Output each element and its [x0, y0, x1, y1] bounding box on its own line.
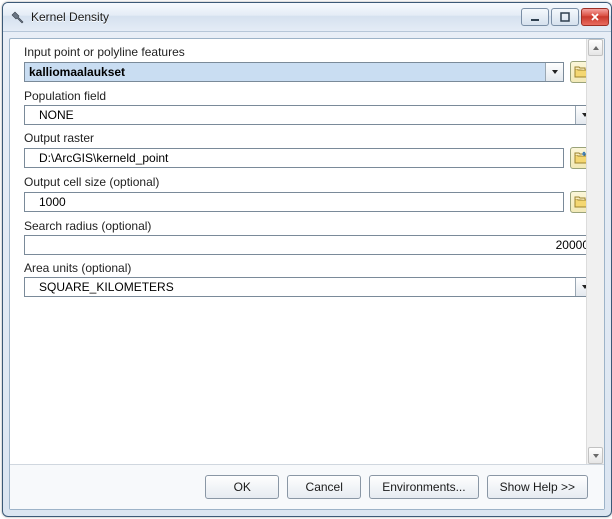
cell-size-value: 1000	[39, 195, 66, 209]
hammer-icon	[9, 9, 25, 25]
field-search-radius: Search radius (optional) 20000	[24, 219, 594, 255]
label-population: Population field	[24, 89, 594, 103]
window-controls	[521, 8, 609, 26]
field-cell-size: Output cell size (optional) 1000	[24, 175, 594, 213]
button-bar: OK Cancel Environments... Show Help >>	[10, 464, 604, 509]
environments-button[interactable]: Environments...	[369, 475, 478, 499]
population-field-combo[interactable]: NONE	[24, 105, 594, 125]
ok-button[interactable]: OK	[205, 475, 279, 499]
dialog-client: Input point or polyline features kalliom…	[9, 38, 605, 510]
minimize-button[interactable]	[521, 8, 549, 26]
field-output-raster: Output raster D:\ArcGIS\kerneld_point	[24, 131, 594, 169]
label-search-radius: Search radius (optional)	[24, 219, 594, 233]
scroll-up-icon[interactable]	[588, 39, 603, 56]
search-radius-input[interactable]: 20000	[24, 235, 594, 255]
area-units-combo[interactable]: SQUARE_KILOMETERS	[24, 277, 594, 297]
scroll-down-icon[interactable]	[588, 447, 603, 464]
cancel-button[interactable]: Cancel	[287, 475, 361, 499]
label-area-units: Area units (optional)	[24, 261, 594, 275]
search-radius-value: 20000	[556, 238, 589, 252]
window-title: Kernel Density	[31, 10, 521, 24]
label-output-raster: Output raster	[24, 131, 594, 145]
field-input-features: Input point or polyline features kalliom…	[24, 45, 594, 83]
input-features-value: kalliomaalaukset	[29, 65, 125, 79]
population-field-value: NONE	[29, 108, 74, 122]
field-population: Population field NONE	[24, 89, 594, 125]
vertical-scrollbar[interactable]	[586, 39, 604, 464]
close-button[interactable]	[581, 8, 609, 26]
field-area-units: Area units (optional) SQUARE_KILOMETERS	[24, 261, 594, 297]
show-help-button[interactable]: Show Help >>	[487, 475, 588, 499]
kernel-density-window: Kernel Density Input point or polyline f…	[2, 2, 612, 517]
maximize-button[interactable]	[551, 8, 579, 26]
label-input-features: Input point or polyline features	[24, 45, 594, 59]
titlebar[interactable]: Kernel Density	[3, 3, 611, 32]
form-area: Input point or polyline features kalliom…	[10, 39, 604, 464]
chevron-down-icon[interactable]	[545, 63, 563, 81]
output-raster-input[interactable]: D:\ArcGIS\kerneld_point	[24, 148, 564, 168]
cell-size-input[interactable]: 1000	[24, 192, 564, 212]
input-features-combo[interactable]: kalliomaalaukset	[24, 62, 564, 82]
output-raster-value: D:\ArcGIS\kerneld_point	[39, 151, 168, 165]
area-units-value: SQUARE_KILOMETERS	[29, 280, 174, 294]
label-cell-size: Output cell size (optional)	[24, 175, 594, 189]
